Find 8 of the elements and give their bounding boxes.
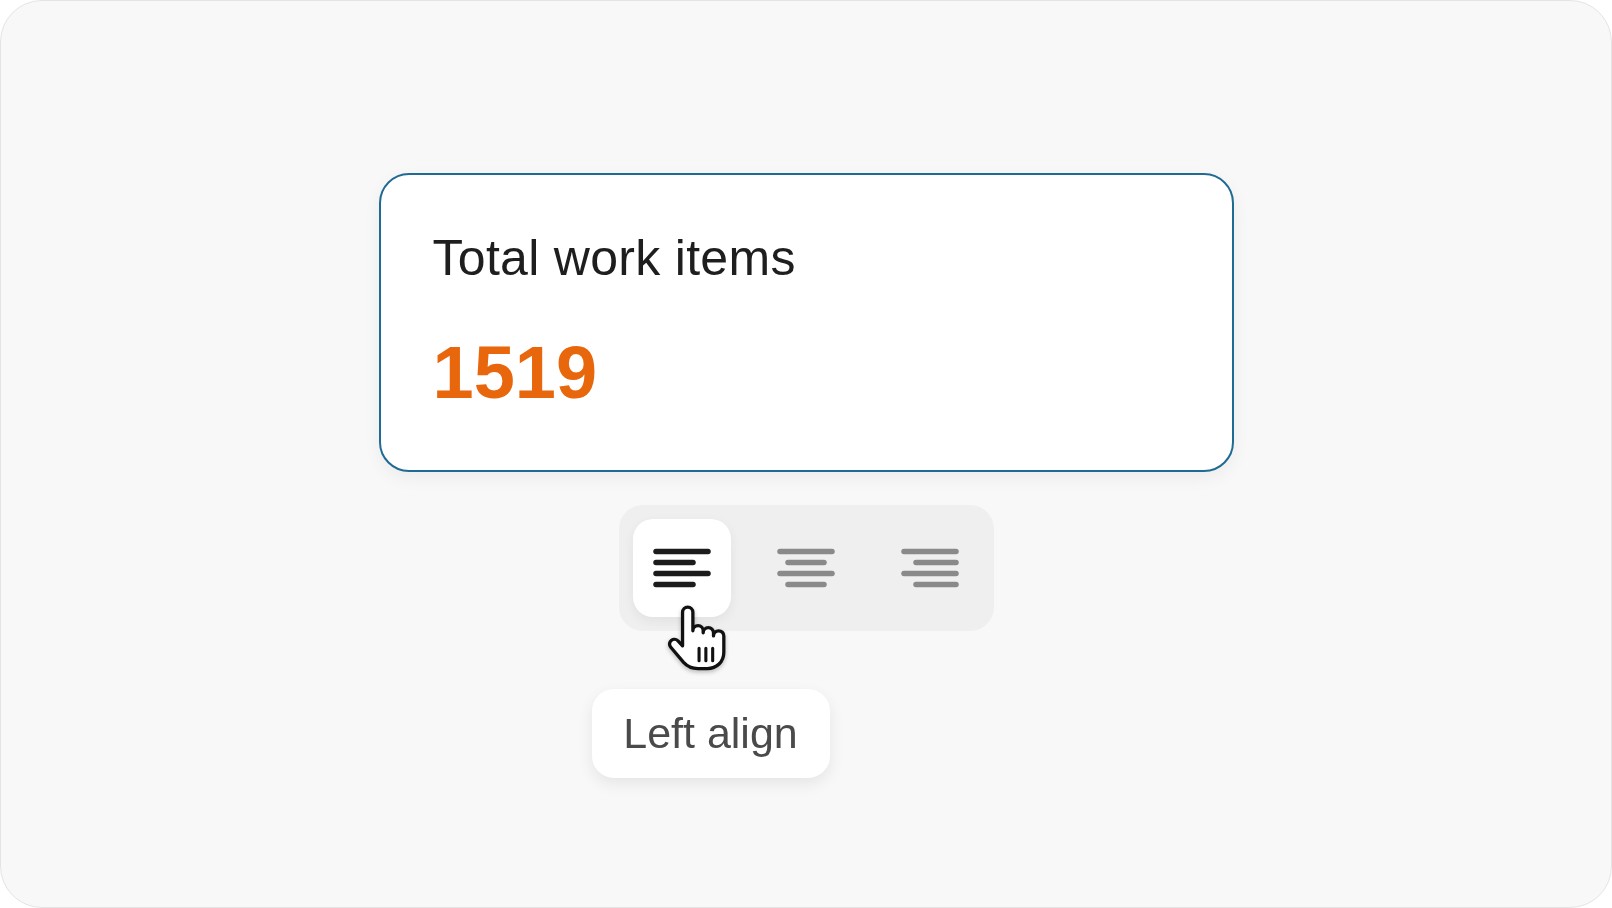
align-left-button[interactable]	[632, 519, 731, 617]
stat-value: 1519	[432, 333, 599, 413]
text-align-left-icon	[652, 548, 711, 588]
tooltip: Left align	[591, 689, 830, 778]
card-title: Total work items	[432, 229, 797, 287]
text-align-right-icon	[901, 548, 960, 588]
text-align-center-icon	[777, 548, 835, 588]
hand-cursor-icon	[665, 605, 728, 671]
